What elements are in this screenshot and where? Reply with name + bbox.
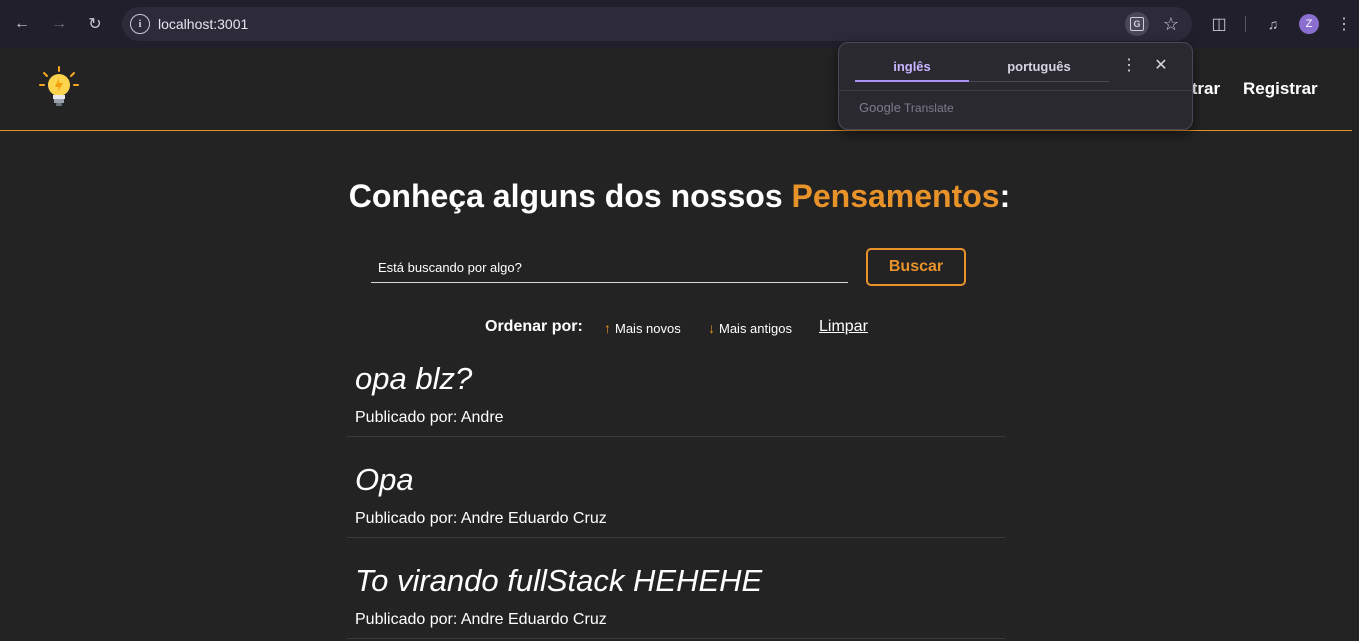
thought-author: Publicado por: Andre Eduardo Cruz [355,611,607,628]
thought-title: Opa [355,462,414,497]
browser-menu-icon[interactable]: ⋮ [1334,12,1354,36]
back-icon[interactable]: ← [10,12,34,36]
order-newest-link[interactable]: ↑ Mais novos [604,320,681,336]
thought-author: Publicado por: Andre Eduardo Cruz [355,510,607,527]
lightbulb-logo-icon[interactable] [38,65,80,109]
arrow-up-icon: ↑ [604,320,611,336]
site-info-icon[interactable]: i [130,14,150,34]
translate-popup: inglês português ⋮ ✕ Google Translate [838,42,1193,130]
order-oldest-link[interactable]: ↓ Mais antigos [708,320,792,336]
url-text[interactable]: localhost:3001 [158,16,248,32]
browser-toolbar: ← → ↻ i localhost:3001 G ☆ ◫ ♫ Z ⋮ [0,0,1359,48]
address-bar[interactable]: i localhost:3001 G ☆ [122,7,1192,41]
bookmark-star-icon[interactable]: ☆ [1159,12,1183,36]
translate-tab-portugues[interactable]: português [982,59,1096,74]
google-translate-brand: Google Translate [859,100,954,115]
thought-author: Publicado por: Andre [355,409,504,426]
translate-divider [839,90,1192,91]
forward-icon[interactable]: → [47,12,71,36]
translate-close-icon[interactable]: ✕ [1151,56,1171,76]
translate-tab-active-indicator [855,80,969,82]
thought-item: opa blz? Publicado por: Andre [347,352,1005,437]
translate-options-icon[interactable]: ⋮ [1119,56,1139,76]
thought-item: Opa Publicado por: Andre Eduardo Cruz [347,453,1005,538]
profile-avatar[interactable]: Z [1299,14,1319,34]
nav-link-registrar[interactable]: Registrar [1243,79,1318,99]
reload-icon[interactable]: ↻ [83,12,107,36]
translate-tab-ingles[interactable]: inglês [855,59,969,74]
order-label: Ordenar por: [485,318,583,335]
extensions-icon[interactable]: ◫ [1207,12,1231,36]
clear-order-link[interactable]: Limpar [819,318,868,336]
media-control-icon[interactable]: ♫ [1261,12,1285,36]
page-title: Conheça alguns dos nossos Pensamentos: [348,178,1011,214]
arrow-down-icon: ↓ [708,320,715,336]
search-button[interactable]: Buscar [866,248,966,286]
thought-title: opa blz? [355,361,473,396]
toolbar-divider [1245,16,1246,32]
thought-item: To virando fullStack HEHEHE Publicado po… [347,554,1005,639]
translate-icon[interactable]: G [1125,12,1149,36]
search-input[interactable] [371,253,848,283]
thought-title: To virando fullStack HEHEHE [355,563,763,598]
